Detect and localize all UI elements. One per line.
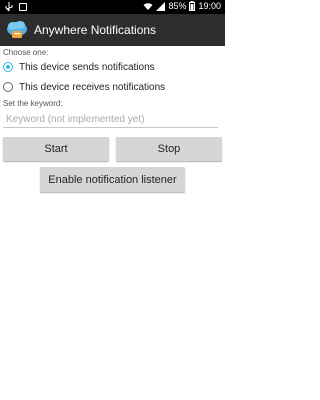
radio-label: This device receives notifications [19,81,166,93]
radio-send-notifications[interactable]: This device sends notifications [3,57,225,77]
keyword-label: Set the keyword: [3,99,63,108]
radio-button-icon [3,82,13,92]
clock: 19:00 [198,1,221,11]
wifi-icon [143,2,153,10]
screenshot-icon [19,3,27,11]
status-bar: 85% 19:00 [0,0,225,14]
keyword-input[interactable] [3,111,218,128]
mode-label: Choose one: [3,48,49,57]
battery-icon [189,1,196,11]
main-content: Choose one: This device sends notificati… [0,46,225,128]
stop-button[interactable]: Stop [116,137,222,161]
cloud-notification-icon [7,21,27,38]
signal-icon [156,1,166,11]
app-title: Anywhere Notifications [34,23,157,37]
battery-percentage: 85% [168,1,187,11]
enable-notification-listener-button[interactable]: Enable notification listener [40,167,185,192]
start-button[interactable]: Start [3,137,109,161]
radio-receive-notifications[interactable]: This device receives notifications [3,77,225,97]
radio-label: This device sends notifications [19,61,155,73]
status-right-icons: 85% 19:00 [143,1,221,11]
action-bar: Anywhere Notifications [0,14,225,46]
radio-button-icon [3,62,13,72]
status-left-icons [5,2,27,12]
usb-icon [5,2,13,12]
